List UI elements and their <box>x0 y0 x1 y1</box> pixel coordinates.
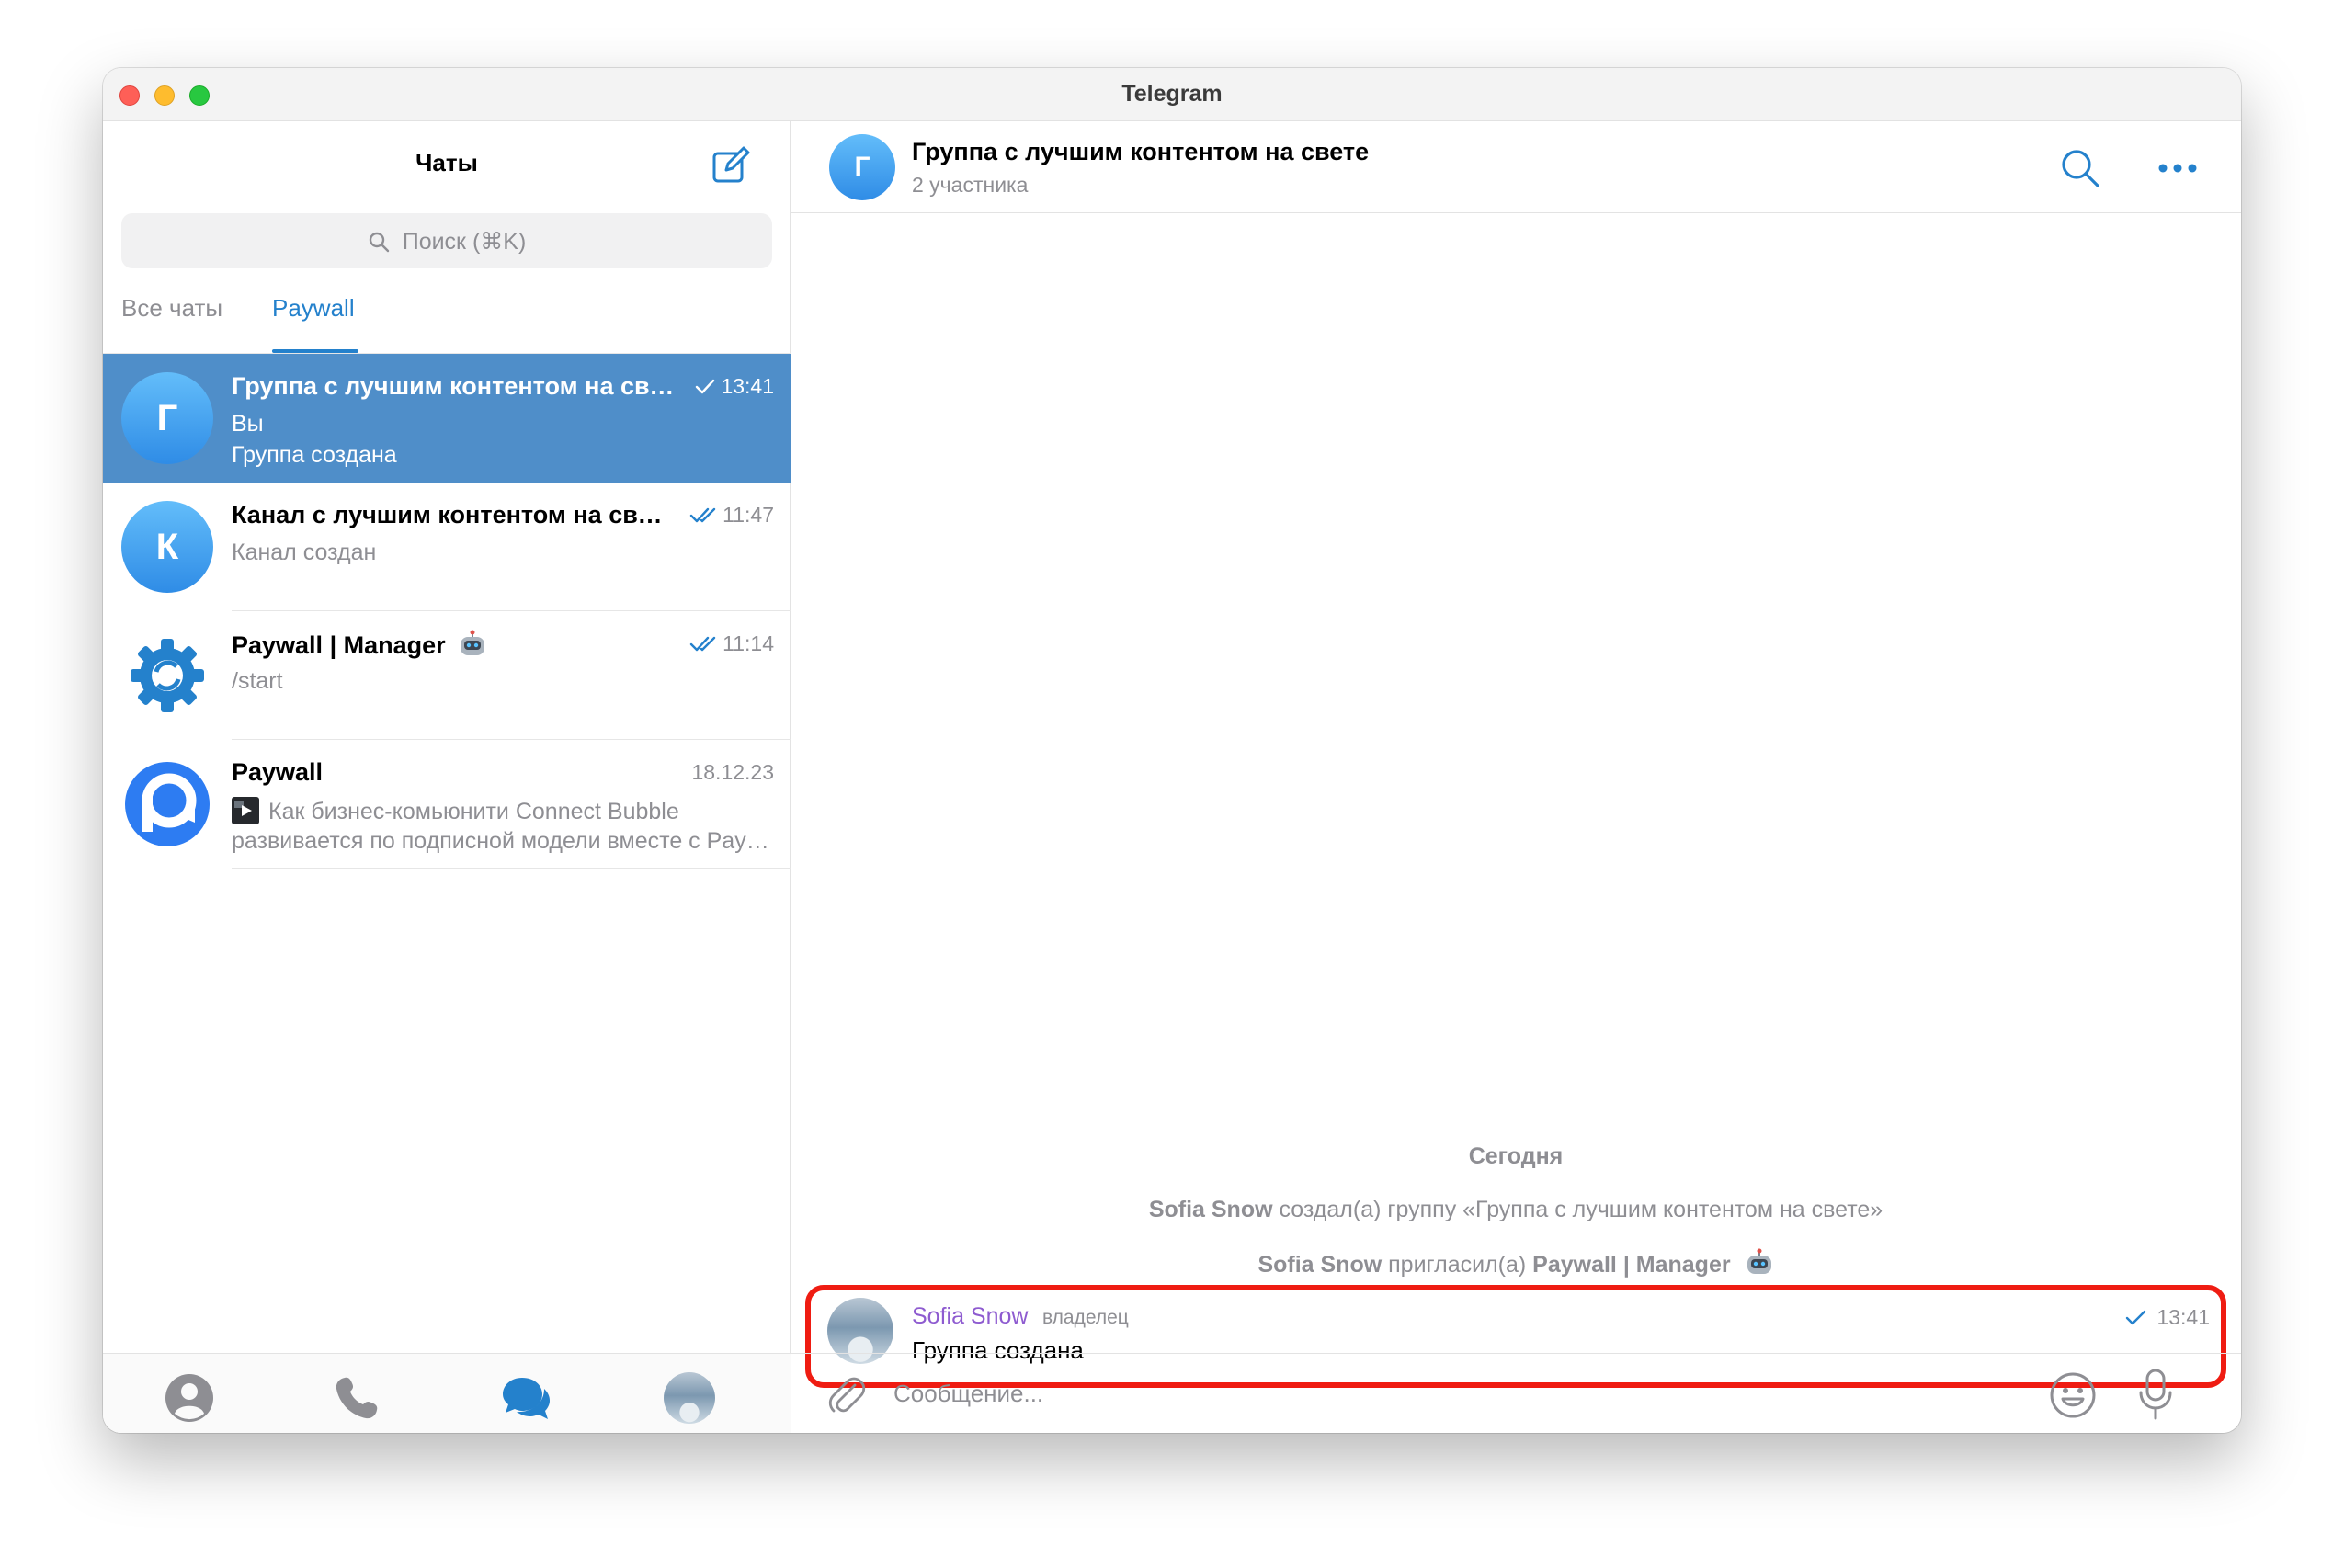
message-time-wrap: 13:41 <box>2125 1305 2210 1330</box>
chat-time: 11:14 <box>723 631 774 655</box>
telegram-window: Telegram Чаты Поиск (⌘K) Все чаты Paywal… <box>103 68 2241 1433</box>
chat-preview-2: развивается по подписной модели вместе с… <box>232 828 774 854</box>
paperclip-icon[interactable] <box>824 1372 870 1418</box>
divider <box>232 868 791 869</box>
chat-list-pane: Чаты Поиск (⌘K) Все чаты Paywall Г Групп… <box>103 121 791 1433</box>
author-role-badge: владелец <box>1042 1307 1129 1328</box>
video-thumbnail-icon <box>232 797 259 824</box>
service-text: создал(а) группу «Группа с лучшим контен… <box>1272 1197 1883 1222</box>
search-icon[interactable] <box>2059 147 2101 189</box>
date-separator: Сегодня <box>1468 1143 1564 1169</box>
chat-time-wrap: 13:41 <box>695 374 774 399</box>
chat-preview: Группа создана <box>232 442 397 468</box>
gear-sync-icon <box>131 639 204 712</box>
chat-time: 18.12.23 <box>691 760 774 784</box>
chat-title: Paywall | Manager <box>232 631 446 659</box>
chat-avatar[interactable]: Г <box>829 134 895 200</box>
contacts-icon[interactable] <box>164 1372 215 1424</box>
chat-preview: Как бизнес-комьюнити Connect Bubble <box>268 799 679 824</box>
chat-sender: Вы <box>232 411 264 437</box>
compose-icon[interactable] <box>710 145 752 187</box>
search-field[interactable]: Поиск (⌘K) <box>121 213 772 268</box>
service-message-invited: Sofia Snow пригласил(а) Paywall | Manage… <box>791 1248 2241 1278</box>
single-check-icon <box>696 379 715 394</box>
chats-icon[interactable] <box>500 1372 552 1424</box>
member-count: 2 участника <box>912 173 1029 197</box>
chat-preview: /start <box>232 668 283 694</box>
bottom-navigation <box>103 1353 791 1433</box>
chat-header: Г Группа с лучшим контентом на свете 2 у… <box>791 121 2241 213</box>
service-target-name[interactable]: Paywall | Manager <box>1532 1252 1730 1278</box>
chat-time: 13:41 <box>721 374 774 398</box>
microphone-icon[interactable] <box>2134 1367 2177 1422</box>
chat-item-group[interactable]: Г Группа с лучшим контентом на свете 13:… <box>103 354 791 483</box>
service-user-name[interactable]: Sofia Snow <box>1257 1252 1382 1278</box>
double-check-icon <box>689 636 716 652</box>
emoji-icon[interactable] <box>2048 1370 2098 1420</box>
chat-item-paywall[interactable]: Paywall 18.12.23 Как бизнес-комьюнити Co… <box>103 740 791 869</box>
service-text: пригласил(а) <box>1382 1252 1533 1278</box>
tab-paywall[interactable]: Paywall <box>272 294 355 323</box>
chat-title-wrap: Paywall | Manager <box>232 630 487 660</box>
chat-title[interactable]: Группа с лучшим контентом на свете <box>912 138 1369 166</box>
double-check-icon <box>689 507 716 523</box>
chat-item-paywall-manager[interactable]: Paywall | Manager 11:14 /start <box>103 611 791 740</box>
single-check-icon <box>2126 1310 2146 1325</box>
chat-title: Канал с лучшим контентом на свете <box>232 501 671 528</box>
chat-time-wrap: 11:47 <box>689 503 774 528</box>
search-icon <box>369 232 389 253</box>
message-author[interactable]: Sofia Snow <box>912 1303 1028 1330</box>
robot-icon <box>1747 1248 1771 1274</box>
avatar: К <box>121 501 213 593</box>
chat-item-channel[interactable]: К Канал с лучшим контентом на свете 11:4… <box>103 483 791 611</box>
chat-preview: Канал создан <box>232 540 377 565</box>
chat-title: Группа с лучшим контентом на свете <box>232 372 677 400</box>
profile-avatar[interactable] <box>664 1372 715 1424</box>
search-placeholder: Поиск (⌘K) <box>402 229 527 255</box>
chats-title: Чаты <box>415 149 478 176</box>
chat-time-wrap: 11:14 <box>689 631 774 656</box>
message-input[interactable] <box>893 1370 1886 1416</box>
chat-time: 11:47 <box>723 503 774 527</box>
message-composer <box>791 1353 2241 1433</box>
chat-title: Paywall <box>232 758 324 786</box>
conversation-pane: Г Группа с лучшим контентом на свете 2 у… <box>791 121 2241 1433</box>
avatar: Г <box>121 372 213 464</box>
title-bar: Telegram <box>103 68 2241 121</box>
service-message-created: Sofia Snow создал(а) группу «Группа с лу… <box>791 1197 2241 1223</box>
more-icon[interactable] <box>2155 154 2201 182</box>
calls-icon[interactable] <box>331 1372 382 1424</box>
message-time: 13:41 <box>2156 1305 2210 1329</box>
tab-all-chats[interactable]: Все чаты <box>121 294 222 323</box>
paywall-logo-icon <box>125 762 210 846</box>
window-title: Telegram <box>1121 81 1223 107</box>
service-user-name[interactable]: Sofia Snow <box>1149 1197 1273 1222</box>
chat-preview-wrap: Как бизнес-комьюнити Connect Bubble <box>232 797 774 825</box>
robot-icon <box>461 630 485 655</box>
